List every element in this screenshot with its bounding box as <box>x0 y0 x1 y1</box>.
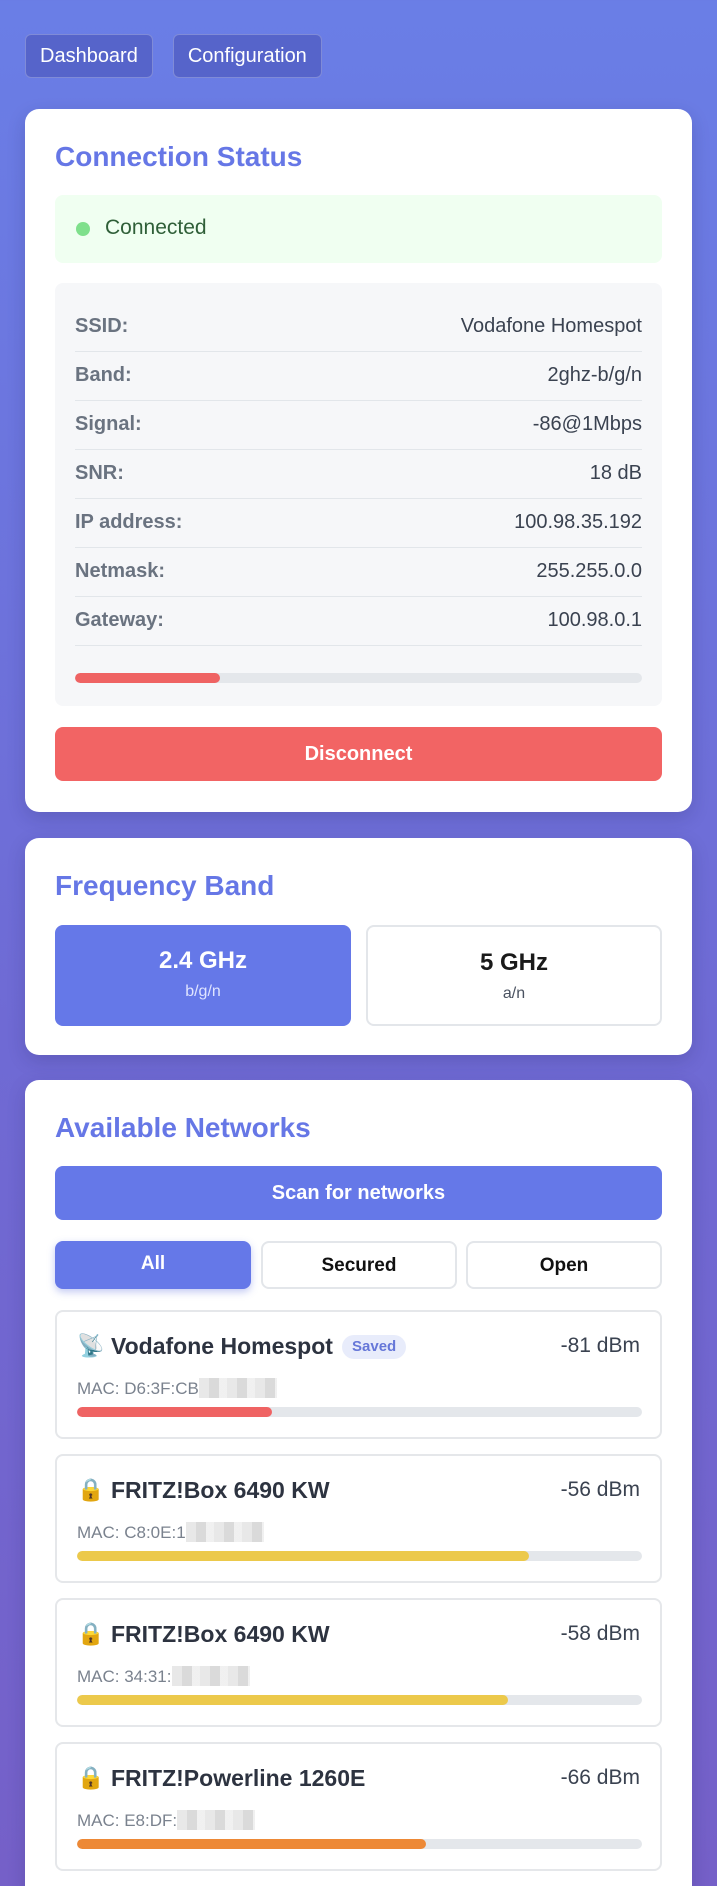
mac-text: MAC: 34:31: <box>77 1667 172 1686</box>
saved-badge: Saved <box>342 1335 407 1359</box>
info-row-ssid: SSID: Vodafone Homespot <box>75 303 642 352</box>
status-text: Connected <box>105 216 207 239</box>
info-row-signal: Signal: -86@1Mbps <box>75 401 642 450</box>
info-label: SNR: <box>75 462 124 484</box>
network-signal-dbm: -58 dBm <box>560 1622 640 1645</box>
info-value: 255.255.0.0 <box>536 560 642 582</box>
network-mac: MAC: D6:3F:CB <box>77 1378 277 1399</box>
network-item-fritzbox-6490-kw-2[interactable]: 🔒 FRITZ!Box 6490 KW -58 dBm MAC: 34:31: <box>55 1598 662 1727</box>
info-label: Signal: <box>75 413 142 435</box>
network-item-fritzpowerline-1260e[interactable]: 🔒 FRITZ!Powerline 1260E -66 dBm MAC: E8:… <box>55 1742 662 1871</box>
available-networks-title: Available Networks <box>55 1112 311 1143</box>
info-label: Band: <box>75 364 132 386</box>
info-label: Gateway: <box>75 609 164 631</box>
connection-status-indicator: Connected <box>55 195 662 263</box>
info-row-snr: SNR: 18 dB <box>75 450 642 499</box>
connection-info-panel: SSID: Vodafone Homespot Band: 2ghz-b/g/n… <box>55 283 662 706</box>
lock-icon: 🔒 <box>77 1621 105 1646</box>
mac-redacted <box>185 1522 264 1542</box>
frequency-band-title: Frequency Band <box>55 870 275 901</box>
info-label: Netmask: <box>75 560 166 582</box>
dashboard-nav-button[interactable]: Dashboard <box>25 34 153 78</box>
network-item-vodafone-homespot[interactable]: 📡 Vodafone Homespot Saved -81 dBm MAC: D… <box>55 1310 662 1439</box>
band-option-2-4ghz[interactable]: 2.4 GHz b/g/n <box>55 925 351 1026</box>
band-option-5ghz[interactable]: 5 GHz a/n <box>366 925 662 1026</box>
network-mac: MAC: 34:31: <box>77 1666 250 1687</box>
info-label: IP address: <box>75 511 183 533</box>
lock-icon: 🔒 <box>77 1477 105 1502</box>
mac-redacted <box>177 1810 256 1830</box>
info-value: 2ghz-b/g/n <box>547 364 642 386</box>
info-row-gateway: Gateway: 100.98.0.1 <box>75 597 642 646</box>
network-signal-bar <box>77 1551 642 1561</box>
band-option-standards: b/g/n <box>185 983 221 1000</box>
signal-strength-fill <box>75 673 220 683</box>
lock-icon: 🔒 <box>77 1765 105 1790</box>
mac-text: MAC: C8:0E:1 <box>77 1523 186 1542</box>
network-name: FRITZ!Box 6490 KW <box>111 1477 330 1503</box>
mac-redacted <box>198 1378 277 1398</box>
configuration-nav-button[interactable]: Configuration <box>172 34 322 78</box>
filter-secured-button[interactable]: Secured <box>261 1241 457 1289</box>
network-signal-bar <box>77 1407 642 1417</box>
info-value: 100.98.0.1 <box>547 609 642 631</box>
network-mac: MAC: E8:DF: <box>77 1810 256 1831</box>
mac-redacted <box>171 1666 250 1686</box>
info-value: Vodafone Homespot <box>460 315 642 337</box>
connection-status-card: Connection Status Connected SSID: Vodafo… <box>25 109 692 812</box>
network-signal-dbm: -66 dBm <box>560 1766 640 1789</box>
info-value: -86@1Mbps <box>532 413 642 435</box>
info-value: 18 dB <box>589 462 642 484</box>
mac-text: MAC: D6:3F:CB <box>77 1379 199 1398</box>
network-name: FRITZ!Box 6490 KW <box>111 1621 330 1647</box>
signal-strength-bar <box>75 673 642 683</box>
filter-open-button[interactable]: Open <box>466 1241 662 1289</box>
connection-status-title: Connection Status <box>55 141 303 172</box>
info-row-netmask: Netmask: 255.255.0.0 <box>75 548 642 597</box>
scan-networks-button[interactable]: Scan for networks <box>55 1166 662 1220</box>
band-option-standards: a/n <box>502 985 526 1002</box>
satellite-antenna-icon: 📡 <box>77 1333 105 1358</box>
network-signal-fill <box>77 1407 272 1417</box>
network-signal-fill <box>77 1551 529 1561</box>
network-signal-bar <box>77 1839 642 1849</box>
network-signal-bar <box>77 1695 642 1705</box>
network-name: Vodafone Homespot <box>111 1333 333 1359</box>
status-dot-icon <box>76 222 90 236</box>
filter-all-button[interactable]: All <box>55 1241 251 1289</box>
top-nav: Dashboard Configuration <box>25 34 322 78</box>
info-row-band: Band: 2ghz-b/g/n <box>75 352 642 401</box>
available-networks-card: Available Networks Scan for networks All… <box>25 1080 692 1886</box>
network-signal-dbm: -56 dBm <box>560 1478 640 1501</box>
band-option-name: 2.4 GHz <box>158 947 248 974</box>
disconnect-button[interactable]: Disconnect <box>55 727 662 781</box>
info-value: 100.98.35.192 <box>514 511 642 533</box>
network-signal-fill <box>77 1839 427 1849</box>
network-mac: MAC: C8:0E:1 <box>77 1522 264 1543</box>
network-name: FRITZ!Powerline 1260E <box>111 1765 366 1791</box>
info-row-ip-address: IP address: 100.98.35.192 <box>75 499 642 548</box>
network-item-fritzbox-6490-kw[interactable]: 🔒 FRITZ!Box 6490 KW -56 dBm MAC: C8:0E:1 <box>55 1454 662 1583</box>
network-signal-fill <box>77 1695 509 1705</box>
band-option-name: 5 GHz <box>479 949 548 976</box>
frequency-band-card: Frequency Band 2.4 GHz b/g/n 5 GHz a/n <box>25 838 692 1055</box>
info-label: SSID: <box>75 315 129 337</box>
mac-text: MAC: E8:DF: <box>77 1811 178 1830</box>
network-signal-dbm: -81 dBm <box>560 1334 640 1357</box>
